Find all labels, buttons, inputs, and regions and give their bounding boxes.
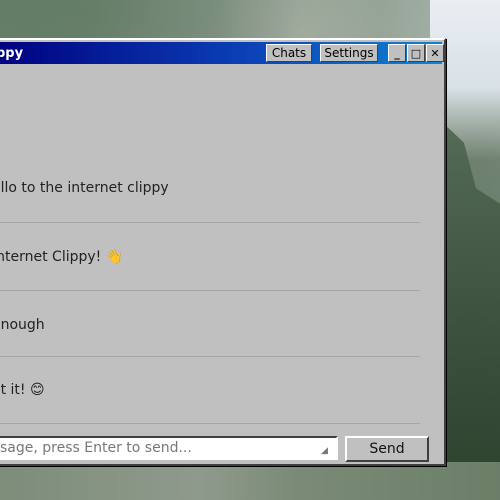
settings-button[interactable]: Settings [320, 44, 378, 62]
resize-grip-icon[interactable]: ◢ [321, 446, 328, 456]
message-divider [0, 356, 420, 357]
message-item: Internet Clippy! 👋 [0, 249, 124, 265]
message-item: ot it! 😊 [0, 382, 45, 398]
window-title: ppy [0, 46, 24, 61]
background-mountain [440, 120, 500, 500]
close-icon: ✕ [430, 46, 440, 60]
message-divider [0, 290, 420, 291]
minimize-button[interactable]: _ [388, 44, 406, 62]
send-button[interactable]: Send [345, 436, 429, 462]
background-ground [0, 462, 500, 500]
title-bar[interactable]: ppy Chats Settings _ □ ✕ [0, 42, 444, 64]
maximize-button[interactable]: □ [407, 44, 425, 62]
background-sky-strip [0, 0, 500, 40]
maximize-icon: □ [410, 46, 422, 60]
message-input[interactable] [0, 436, 338, 460]
close-button[interactable]: ✕ [426, 44, 444, 62]
message-item: ello to the internet clippy [0, 180, 169, 196]
chats-button[interactable]: Chats [266, 44, 312, 62]
message-item: enough [0, 317, 45, 333]
minimize-icon: _ [394, 46, 400, 60]
message-divider [0, 423, 420, 424]
clippy-chat-window: ppy Chats Settings _ □ ✕ ello to the int… [0, 38, 446, 466]
message-divider [0, 222, 420, 223]
